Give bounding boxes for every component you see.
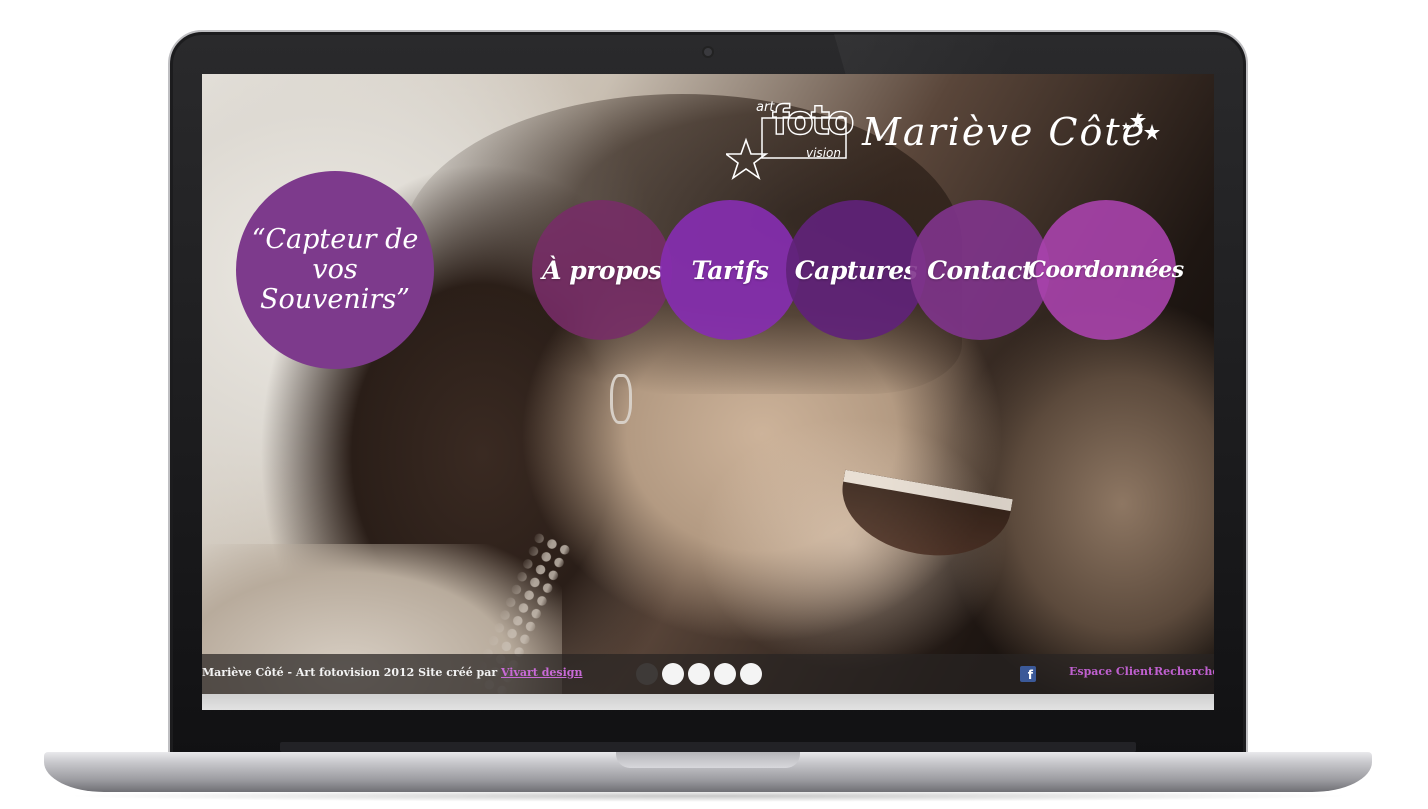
- nav-label: Coordonnées: [1028, 257, 1184, 283]
- facebook-icon[interactable]: f: [1020, 666, 1036, 682]
- website-screen: art foto vision Mariève Côté “Capteur de…: [202, 74, 1214, 710]
- slider-dot-5[interactable]: [740, 663, 762, 685]
- tagline-badge: “Capteur de vos Souvenirs”: [236, 171, 434, 369]
- webcam-icon: [704, 48, 712, 56]
- slider-dots: [636, 663, 762, 685]
- nav-a-propos[interactable]: À propos: [532, 200, 672, 340]
- logo-vision-text: vision: [806, 146, 841, 160]
- site-logo[interactable]: art foto vision Mariève Côté: [726, 94, 1166, 194]
- nav-label: Captures: [794, 255, 918, 285]
- rechercher-link[interactable]: Rechercher: [1154, 665, 1214, 678]
- slider-dot-4[interactable]: [714, 663, 736, 685]
- slider-dot-1[interactable]: [636, 663, 658, 685]
- footer-credit: Mariève Côté - Art fotovision 2012 Site …: [202, 666, 582, 679]
- logo-foto-text: foto: [771, 97, 855, 144]
- nav-coordonnees[interactable]: Coordonnées: [1028, 200, 1184, 340]
- footer-bar: Mariève Côté - Art fotovision 2012 Site …: [202, 654, 1214, 694]
- hero-photo-earring: [610, 374, 632, 424]
- espace-client-link[interactable]: Espace Client: [1069, 665, 1153, 678]
- slider-dot-3[interactable]: [688, 663, 710, 685]
- nav-label: À propos: [542, 255, 662, 285]
- nav-tarifs[interactable]: Tarifs: [660, 200, 800, 340]
- logo-name: Mariève Côté: [862, 110, 1147, 154]
- footer-credit-link[interactable]: Vivart design: [501, 666, 583, 679]
- nav-label: Contact: [927, 255, 1033, 285]
- laptop-notch: [616, 752, 800, 768]
- screen-bottom-edge: [202, 694, 1214, 710]
- slider-dot-2[interactable]: [662, 663, 684, 685]
- nav-captures[interactable]: Captures: [786, 200, 926, 340]
- laptop-hinge: [280, 742, 1136, 752]
- footer-credit-text: Mariève Côté - Art fotovision 2012 Site …: [202, 666, 501, 679]
- nav-label: Tarifs: [691, 255, 769, 285]
- tagline-text: “Capteur de vos Souvenirs”: [251, 224, 419, 315]
- hero-photo-smile: [833, 469, 1013, 569]
